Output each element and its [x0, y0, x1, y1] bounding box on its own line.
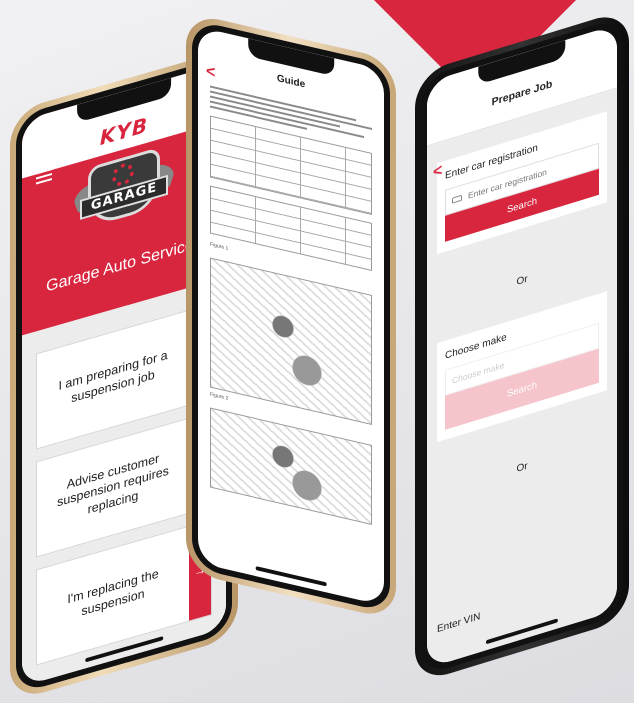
phone-guide: < Guide Figure 1 Figure 2: [186, 12, 396, 621]
back-chevron-icon[interactable]: <: [433, 162, 442, 183]
phone-prepare-job: Prepare Job < Enter car registration Ent…: [415, 8, 629, 685]
back-chevron-icon[interactable]: <: [206, 63, 215, 83]
prepare-job-body: Enter car registration Enter car registr…: [427, 88, 617, 669]
car-icon: [452, 194, 462, 204]
make-card: Choose make Choose make Search: [437, 291, 607, 443]
or-divider: Or: [516, 460, 528, 475]
guide-screen: < Guide Figure 1 Figure 2: [198, 26, 384, 606]
guide-document[interactable]: Figure 1 Figure 2: [210, 85, 372, 587]
prepare-job-screen: Prepare Job < Enter car registration Ent…: [427, 24, 617, 669]
